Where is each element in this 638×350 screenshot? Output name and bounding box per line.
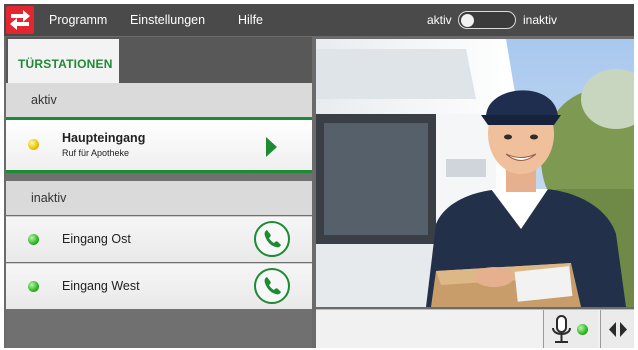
toggle-label-inaktiv: inaktiv [523, 13, 558, 27]
station-name: Haupteingang [62, 131, 146, 145]
mic-status-led-icon [577, 324, 588, 335]
station-subtitle: Ruf für Apotheke [62, 148, 130, 158]
section-header-aktiv: aktiv [6, 83, 312, 117]
status-led-green-icon [28, 281, 39, 292]
panel-tab-bar: TÜRSTATIONEN [6, 37, 312, 83]
camera-video-feed [316, 39, 634, 307]
station-name: Eingang West [62, 279, 140, 293]
toggle-label-aktiv: aktiv [427, 13, 452, 27]
menu-einstellungen[interactable]: Einstellungen [130, 4, 205, 36]
menu-programm[interactable]: Programm [49, 4, 107, 36]
navigation-control[interactable] [600, 310, 634, 348]
phone-icon [264, 230, 281, 248]
station-row-eingang-ost[interactable]: Eingang Ost [6, 216, 312, 262]
play-arrow-icon[interactable] [266, 137, 277, 157]
status-led-yellow-icon [28, 139, 39, 150]
station-row-eingang-west[interactable]: Eingang West [6, 263, 312, 309]
door-stations-panel: TÜRSTATIONEN aktiv Haupteingang Ruf für … [6, 37, 312, 348]
section-header-inaktiv: inaktiv [6, 181, 312, 215]
video-control-bar [316, 309, 634, 348]
call-button[interactable] [254, 268, 290, 304]
station-row-haupteingang[interactable]: Haupteingang Ruf für Apotheke [6, 117, 312, 173]
app-window: Programm Einstellungen Hilfe aktiv inakt… [4, 4, 634, 348]
microphone-control[interactable] [543, 310, 598, 348]
call-button[interactable] [254, 221, 290, 257]
status-toggle[interactable] [458, 11, 516, 29]
status-led-green-icon [28, 234, 39, 245]
brand-logo-icon [6, 6, 34, 34]
toggle-knob[interactable] [461, 14, 474, 27]
menu-hilfe[interactable]: Hilfe [238, 4, 263, 36]
phone-icon [264, 277, 281, 295]
station-name: Eingang Ost [62, 232, 131, 246]
microphone-icon [552, 315, 571, 343]
tab-tuerstationen[interactable]: TÜRSTATIONEN [8, 39, 119, 83]
top-menu-bar: Programm Einstellungen Hilfe aktiv inakt… [4, 4, 634, 36]
left-right-arrows-icon [609, 322, 627, 337]
